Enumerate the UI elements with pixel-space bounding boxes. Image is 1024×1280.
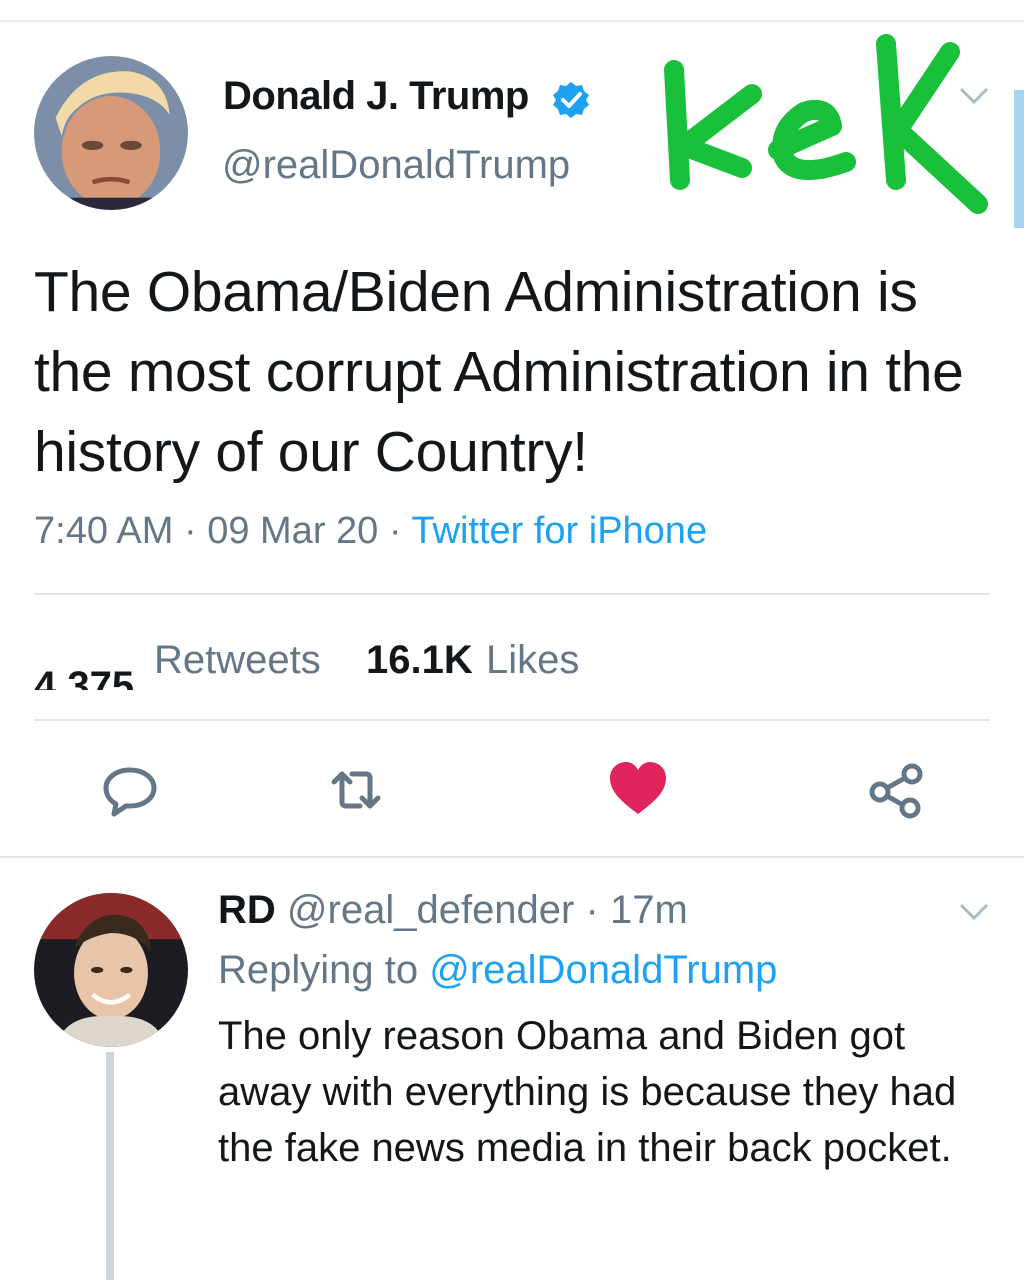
tweet-date[interactable]: 09 Mar 20 (207, 510, 378, 552)
divider (34, 719, 990, 721)
replying-to: Replying to @realDonaldTrump (218, 948, 777, 993)
likes-count[interactable]: 16.1K (366, 630, 473, 690)
top-divider (0, 20, 1024, 22)
reply-time[interactable]: 17m (610, 888, 688, 932)
avatar-portrait-image (34, 56, 188, 210)
like-button[interactable] (608, 760, 668, 820)
tweet-meta: 7:40 AM · 09 Mar 20 · Twitter for iPhone (34, 510, 707, 553)
retweets-count[interactable]: 4,375 (34, 630, 146, 690)
divider (0, 856, 1024, 858)
avatar-portrait-image (34, 893, 188, 1047)
author-handle[interactable]: @realDonaldTrump (222, 143, 570, 188)
retweet-icon (331, 771, 381, 809)
reply-options-chevron-icon[interactable] (958, 902, 990, 922)
tweet-options-chevron-icon[interactable] (958, 86, 990, 106)
reply-author-name[interactable]: RD (218, 888, 276, 932)
author-name[interactable]: Donald J. Trump (223, 74, 529, 119)
retweets-label[interactable]: Retweets (154, 630, 321, 690)
replying-to-mention[interactable]: @realDonaldTrump (429, 948, 777, 992)
tweet-text: The Obama/Biden Administration is the mo… (34, 260, 964, 484)
retweet-button[interactable] (326, 760, 386, 820)
tweet-source-link[interactable]: Twitter for iPhone (411, 510, 707, 552)
thread-connector-line (106, 1052, 114, 1280)
replying-to-label: Replying to (218, 948, 419, 992)
meta-separator: · (183, 510, 197, 552)
like-heart-icon (610, 762, 666, 814)
share-button[interactable] (866, 760, 926, 820)
scroll-indicator[interactable] (1014, 90, 1024, 228)
tweet-time: 7:40 AM (34, 510, 174, 552)
author-avatar[interactable] (34, 56, 188, 210)
reply-author-handle[interactable]: @real_defender (287, 888, 574, 932)
kek-overlay-scribble (664, 34, 988, 214)
reply-button[interactable] (100, 760, 160, 820)
meta-separator: · (388, 510, 402, 552)
reply-author-avatar[interactable] (34, 893, 188, 1047)
reply-header: RD @real_defender · 17m (218, 888, 688, 933)
likes-label[interactable]: Likes (486, 630, 579, 690)
share-icon (869, 763, 923, 819)
verified-badge-icon (553, 82, 589, 118)
reply-icon (103, 767, 157, 817)
meta-separator: · (585, 888, 599, 932)
divider (34, 593, 990, 595)
reply-text: The only reason Obama and Biden got away… (218, 1014, 957, 1170)
